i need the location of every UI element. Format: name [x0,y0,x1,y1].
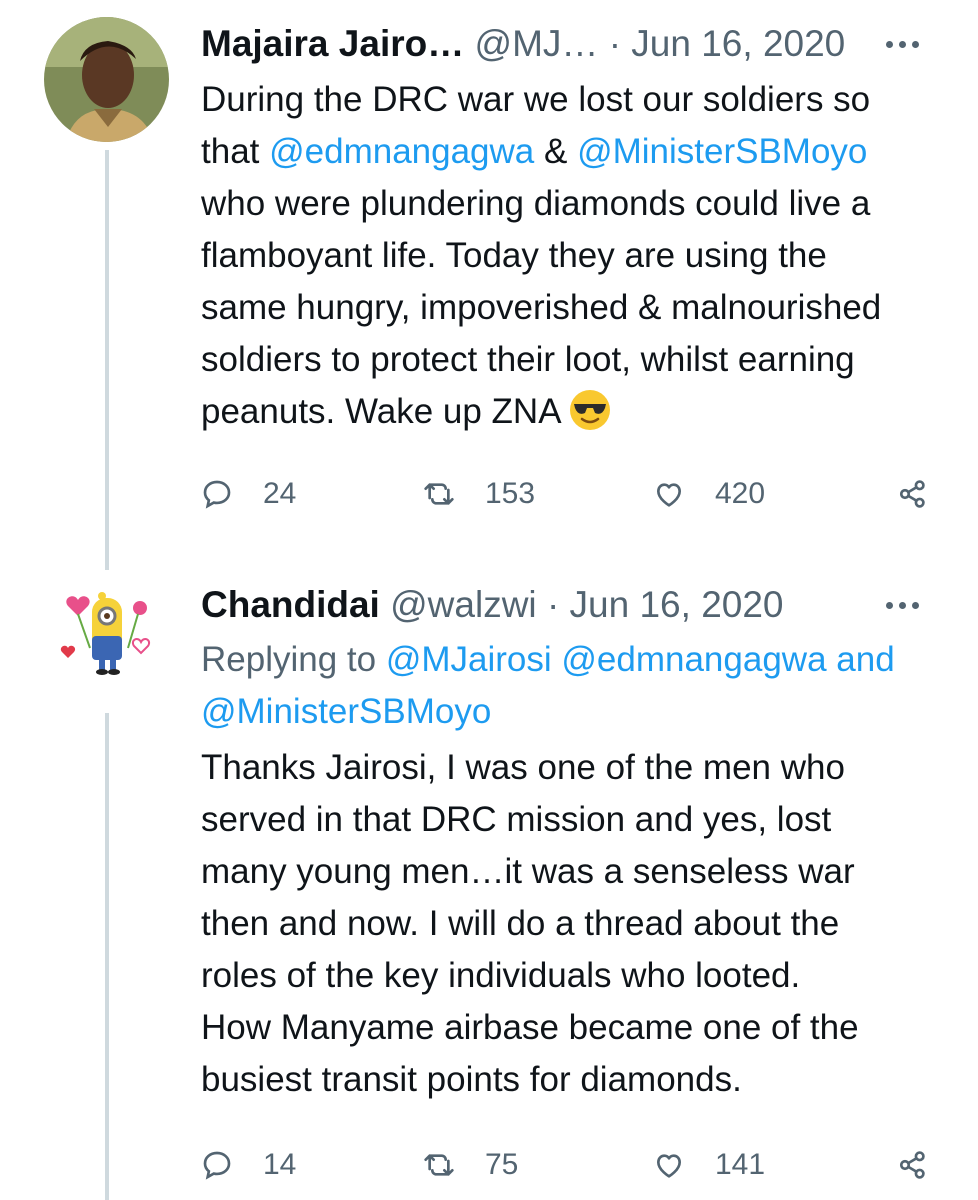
avatar-majaira[interactable] [44,17,169,142]
more-icon[interactable] [878,19,928,69]
text-line: busiest transit points for diamonds. [201,1060,742,1099]
mention-link[interactable]: @MinisterSBMoyo [201,692,491,731]
tweet-date[interactable]: Jun 16, 2020 [631,23,845,64]
text-line: soldiers to protect their loot, whilst e… [201,340,855,379]
reply-icon [203,480,231,509]
thread-line [105,150,109,570]
retweet-count: 75 [485,1148,519,1181]
text-line: then and now. I will do a thread about t… [201,904,840,943]
tweet-date[interactable]: Jun 16, 2020 [570,584,784,625]
retweet-icon [424,483,454,505]
text-line: flamboyant life. Today they are using th… [201,236,827,275]
tweet-actions: 14 75 141 [201,1140,951,1190]
text-line: Thanks Jairosi, I was one of the men who [201,748,845,787]
retweet-button[interactable]: 75 [423,1140,518,1190]
separator-dot: · [546,584,560,625]
tweet-actions: 24 153 420 [201,469,951,519]
mention-link[interactable]: @edmnangagwa [269,132,534,171]
like-button[interactable]: 420 [653,469,765,519]
replying-prefix: Replying to [201,640,386,679]
text-fragment: peanuts. Wake up ZNA [201,392,570,431]
text-line: who were plundering diamonds could live … [201,184,871,223]
reply-count: 24 [263,477,297,510]
author-name[interactable]: Majaira Jairo… [201,23,464,64]
author-handle[interactable]: @walzwi [390,584,537,625]
reply-button[interactable]: 14 [201,1140,296,1190]
replying-line: @MinisterSBMoyo [201,686,941,738]
mention-link[interactable]: @MJairosi [386,640,552,679]
replying-and[interactable]: and [827,640,894,679]
text-fragment: that [201,132,270,171]
text-line: same hungry, impoverished & malnourished [201,288,882,327]
like-button[interactable]: 141 [653,1140,765,1190]
reply-icon [203,1151,231,1180]
like-icon [657,1154,681,1178]
share-icon [899,1151,925,1179]
retweet-icon [424,1154,454,1176]
avatar-chandidai[interactable] [44,578,169,703]
mention-link[interactable]: @edmnangagwa [561,640,826,679]
tweet-text: During the DRC war we lost our soldiers … [201,74,951,438]
author-handle[interactable]: @MJ… [475,23,599,64]
text-fragment: & [534,132,578,171]
reply-count: 14 [263,1148,297,1181]
text-line: How Manyame airbase became one of the [201,1008,859,1047]
text-line: During the DRC war we lost our soldiers … [201,80,871,119]
replying-line: Replying to @MJairosi @edmnangagwa and [201,634,941,686]
share-icon [899,480,925,508]
text-line: roles of the key individuals who looted. [201,956,801,995]
retweet-button[interactable]: 153 [423,469,535,519]
text-line: peanuts. Wake up ZNA [201,386,951,438]
tweet-header: Chandidai @walzwi · Jun 16, 2020 [201,580,958,630]
sunglasses-emoji-icon [570,390,611,430]
tweet-text: Thanks Jairosi, I was one of the men who… [201,742,951,1106]
separator-dot: · [608,23,622,64]
share-button[interactable] [897,469,929,519]
tweet-2[interactable]: Chandidai @walzwi · Jun 16, 2020 Replyin… [0,570,978,1200]
replying-to: Replying to @MJairosi @edmnangagwa and @… [201,634,941,738]
tweet-1[interactable]: Majaira Jairo… @MJ… · Jun 16, 2020 Durin… [0,0,978,570]
like-count: 141 [715,1148,766,1181]
like-count: 420 [715,477,766,510]
tweet-header: Majaira Jairo… @MJ… · Jun 16, 2020 [201,19,958,69]
text-line: many young men…it was a senseless war [201,852,855,891]
author-name[interactable]: Chandidai [201,584,380,625]
like-icon [657,483,681,507]
retweet-count: 153 [485,477,536,510]
reply-button[interactable]: 24 [201,469,296,519]
text-line: that @edmnangagwa & @MinisterSBMoyo [201,126,951,178]
more-icon[interactable] [878,580,928,630]
share-button[interactable] [897,1140,929,1190]
mention-link[interactable]: @MinisterSBMoyo [577,132,867,171]
text-line: served in that DRC mission and yes, lost [201,800,832,839]
thread-line [105,713,109,1200]
